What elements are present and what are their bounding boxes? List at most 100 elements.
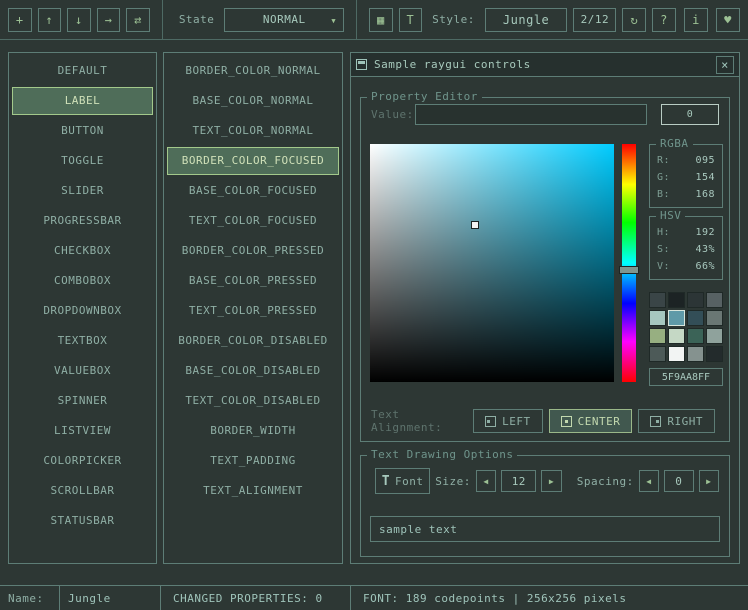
reload-style-button[interactable]: ↻	[622, 8, 646, 32]
color-picker-cursor[interactable]	[471, 221, 479, 229]
palette-swatch[interactable]	[706, 328, 723, 344]
close-icon[interactable]: ×	[716, 56, 734, 74]
random-style-button[interactable]: ⇄	[126, 8, 150, 32]
prop-item-border-width[interactable]: BORDER_WIDTH	[164, 416, 342, 446]
sidebar-item-textbox[interactable]: TEXTBOX	[9, 326, 156, 356]
palette-swatch[interactable]	[706, 310, 723, 326]
spacing-decrease-button[interactable]: ◀	[639, 470, 659, 492]
prop-item-border-color-normal[interactable]: BORDER_COLOR_NORMAL	[164, 56, 342, 86]
align-left-label: LEFT	[502, 415, 531, 428]
palette-swatch[interactable]	[687, 292, 704, 308]
sidebar-item-label[interactable]: LABEL	[12, 87, 153, 115]
prop-item-border-color-disabled[interactable]: BORDER_COLOR_DISABLED	[164, 326, 342, 356]
hue-slider[interactable]	[622, 144, 636, 382]
value-count-box[interactable]: 0	[661, 104, 719, 125]
sidebar-item-valuebox[interactable]: VALUEBOX	[9, 356, 156, 386]
align-right-button[interactable]: RIGHT	[638, 409, 715, 433]
palette-swatch[interactable]	[687, 310, 704, 326]
window-body: Property Editor Value: 0 RGBA R: 095	[351, 77, 739, 564]
text-drawing-options-group: Text Drawing Options T Font Size: ◀ 12 ▶…	[360, 455, 730, 557]
palette-swatch-selected[interactable]	[668, 310, 685, 326]
h-value: 192	[695, 224, 715, 241]
prop-item-text-padding[interactable]: TEXT_PADDING	[164, 446, 342, 476]
sidebar-item-dropdownbox[interactable]: DROPDOWNBOX	[9, 296, 156, 326]
prop-item-text-alignment[interactable]: TEXT_ALIGNMENT	[164, 476, 342, 506]
spacing-increase-button[interactable]: ▶	[699, 470, 719, 492]
palette-swatch[interactable]	[687, 328, 704, 344]
sidebar-item-checkbox[interactable]: CHECKBOX	[9, 236, 156, 266]
align-left-icon	[485, 416, 496, 427]
style-name-button[interactable]: Jungle	[485, 8, 567, 32]
prop-item-text-color-normal[interactable]: TEXT_COLOR_NORMAL	[164, 116, 342, 146]
rguistyler-app: + ↑ ↓ → ⇄ State NORMAL ▼ ▦ T Style: Jung…	[0, 0, 748, 610]
sidebar-item-slider[interactable]: SLIDER	[9, 176, 156, 206]
window-titlebar[interactable]: Sample raygui controls ×	[351, 53, 739, 77]
palette-swatch[interactable]	[668, 346, 685, 362]
palette-swatch[interactable]	[668, 292, 685, 308]
size-value-box[interactable]: 12	[501, 470, 536, 492]
prop-item-border-color-pressed[interactable]: BORDER_COLOR_PRESSED	[164, 236, 342, 266]
sidebar-item-toggle[interactable]: TOGGLE	[9, 146, 156, 176]
palette-swatch[interactable]	[668, 328, 685, 344]
status-name-label: Name:	[0, 586, 60, 610]
export-style-button[interactable]: →	[97, 8, 121, 32]
save-style-button[interactable]: ↓	[67, 8, 91, 32]
style-table-button[interactable]: ▦	[369, 8, 393, 32]
rgba-group: RGBA R: 095 G: 154 B: 168	[649, 144, 723, 208]
new-style-button[interactable]: +	[8, 8, 32, 32]
size-decrease-button[interactable]: ◀	[476, 470, 496, 492]
prop-item-text-color-disabled[interactable]: TEXT_COLOR_DISABLED	[164, 386, 342, 416]
align-center-label: CENTER	[578, 415, 621, 428]
font-button[interactable]: T Font	[375, 468, 430, 494]
prop-item-base-color-normal[interactable]: BASE_COLOR_NORMAL	[164, 86, 342, 116]
prop-item-border-color-focused[interactable]: BORDER_COLOR_FOCUSED	[167, 147, 339, 175]
r-value: 095	[695, 152, 715, 169]
sidebar-item-progressbar[interactable]: PROGRESSBAR	[9, 206, 156, 236]
hsv-row-h: H: 192	[650, 224, 722, 241]
sidebar-item-spinner[interactable]: SPINNER	[9, 386, 156, 416]
align-left-button[interactable]: LEFT	[473, 409, 543, 433]
palette-swatch[interactable]	[649, 292, 666, 308]
load-style-button[interactable]: ↑	[38, 8, 62, 32]
sidebar-item-default[interactable]: DEFAULT	[9, 56, 156, 86]
size-increase-button[interactable]: ▶	[541, 470, 561, 492]
style-index-box[interactable]: 2/12	[573, 8, 616, 32]
sidebar-item-scrollbar[interactable]: SCROLLBAR	[9, 476, 156, 506]
state-dropdown[interactable]: NORMAL ▼	[224, 8, 344, 32]
align-center-icon	[561, 416, 572, 427]
sidebar-item-colorpicker[interactable]: COLORPICKER	[9, 446, 156, 476]
prop-item-text-color-focused[interactable]: TEXT_COLOR_FOCUSED	[164, 206, 342, 236]
palette-swatch[interactable]	[649, 328, 666, 344]
value-input[interactable]	[415, 104, 647, 125]
prop-item-base-color-disabled[interactable]: BASE_COLOR_DISABLED	[164, 356, 342, 386]
hex-value-box[interactable]: 5F9AA8FF	[649, 368, 723, 386]
text-alignment-label: Text Alignment:	[371, 408, 459, 434]
sidebar-item-button[interactable]: BUTTON	[9, 116, 156, 146]
sidebar-item-combobox[interactable]: COMBOBOX	[9, 266, 156, 296]
font-button-label: Font	[395, 475, 424, 488]
font-atlas-button[interactable]: T	[399, 8, 423, 32]
sidebar-item-listview[interactable]: LISTVIEW	[9, 416, 156, 446]
align-right-icon	[650, 416, 661, 427]
palette-swatch[interactable]	[706, 292, 723, 308]
info-button[interactable]: i	[684, 8, 708, 32]
spacing-label: Spacing:	[577, 475, 634, 488]
sidebar-item-statusbar[interactable]: STATUSBAR	[9, 506, 156, 536]
palette-swatch[interactable]	[649, 346, 666, 362]
help-button[interactable]: ?	[652, 8, 676, 32]
hsv-row-v: V: 66%	[650, 258, 722, 275]
prop-item-text-color-pressed[interactable]: TEXT_COLOR_PRESSED	[164, 296, 342, 326]
spacing-value-box[interactable]: 0	[664, 470, 694, 492]
color-picker-panel[interactable]	[370, 144, 614, 382]
hue-slider-handle[interactable]	[619, 266, 639, 274]
palette-swatch[interactable]	[687, 346, 704, 362]
g-label: G:	[657, 169, 670, 186]
palette-swatch[interactable]	[649, 310, 666, 326]
sample-text-box[interactable]: sample text	[370, 516, 720, 542]
align-center-button[interactable]: CENTER	[549, 409, 633, 433]
property-editor-title: Property Editor	[367, 90, 482, 103]
sponsor-heart-button[interactable]: ♥	[716, 8, 740, 32]
prop-item-base-color-focused[interactable]: BASE_COLOR_FOCUSED	[164, 176, 342, 206]
prop-item-base-color-pressed[interactable]: BASE_COLOR_PRESSED	[164, 266, 342, 296]
palette-swatch[interactable]	[706, 346, 723, 362]
